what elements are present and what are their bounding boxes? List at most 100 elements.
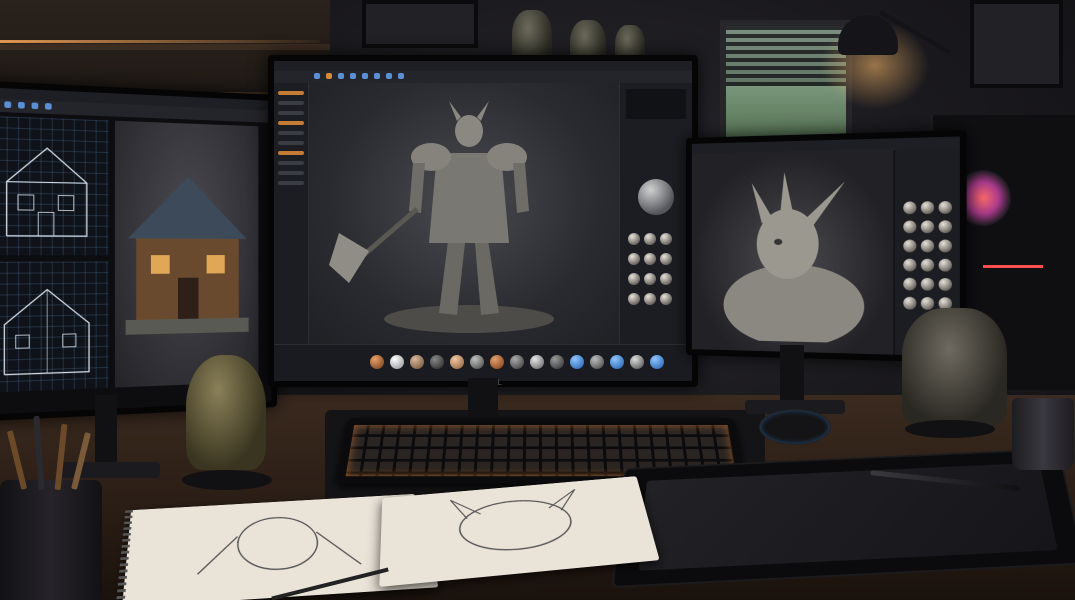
matcap-thumbnail[interactable]	[644, 293, 656, 305]
monitor-center	[268, 55, 698, 387]
matcap-thumbnail[interactable]	[903, 220, 917, 234]
material-swatch[interactable]	[530, 355, 544, 369]
tool-icon[interactable]	[338, 73, 344, 79]
warrior-sculpt-icon	[329, 101, 554, 333]
outliner-item[interactable]	[278, 181, 304, 185]
material-swatch[interactable]	[570, 355, 584, 369]
tablet-active-area[interactable]	[638, 462, 1058, 571]
material-swatch[interactable]	[470, 355, 484, 369]
matcap-thumbnail[interactable]	[903, 239, 917, 253]
material-swatch[interactable]	[370, 355, 384, 369]
sculpt-viewport[interactable]	[309, 83, 620, 345]
render-viewport[interactable]	[114, 120, 259, 388]
material-swatch[interactable]	[650, 355, 664, 369]
material-swatch[interactable]	[390, 355, 404, 369]
tool-icon[interactable]	[362, 73, 368, 79]
matcap-thumbnail[interactable]	[920, 296, 935, 310]
gargoyle-figurine-icon	[902, 308, 1007, 426]
drawing-tablet-icon[interactable]	[611, 448, 1075, 588]
matcap-thumbnail[interactable]	[920, 201, 935, 215]
material-swatch[interactable]	[490, 355, 504, 369]
material-swatch[interactable]	[630, 355, 644, 369]
matcap-thumbnail[interactable]	[938, 277, 953, 291]
tool-icon[interactable]	[314, 73, 320, 79]
material-swatch[interactable]	[450, 355, 464, 369]
tool-icon[interactable]	[326, 73, 332, 79]
tool-icon[interactable]	[17, 101, 25, 109]
matcap-thumbnail[interactable]	[660, 293, 672, 305]
tool-icon[interactable]	[374, 73, 380, 79]
material-swatch[interactable]	[430, 355, 444, 369]
tool-icon[interactable]	[398, 73, 404, 79]
tool-icon[interactable]	[44, 103, 52, 110]
monitor-stand	[468, 378, 498, 416]
outliner-item[interactable]	[278, 101, 304, 105]
figurine-base	[905, 420, 995, 438]
preview-swatch	[626, 89, 686, 119]
dragon-bust-icon	[723, 171, 865, 349]
mouse-icon[interactable]	[760, 410, 830, 444]
goblin-figurine-icon	[186, 355, 266, 470]
matcap-thumbnail[interactable]	[920, 277, 935, 291]
outliner-item[interactable]	[278, 91, 304, 95]
figurine-base	[182, 470, 272, 490]
house-wireframe-icon	[0, 116, 108, 256]
outliner-item[interactable]	[278, 121, 304, 125]
monitor-stand	[95, 395, 117, 465]
matcap-thumbnail[interactable]	[903, 277, 917, 291]
wall-picture-frame	[970, 0, 1063, 88]
tool-icon[interactable]	[31, 102, 39, 110]
rgb-strip	[983, 265, 1043, 268]
sculpt-viewport[interactable]	[691, 148, 894, 355]
matcap-thumbnail[interactable]	[644, 233, 656, 245]
workspace-scene: DELL	[0, 0, 1075, 600]
outliner-item[interactable]	[278, 111, 304, 115]
matcap-thumbnail[interactable]	[644, 273, 656, 285]
matcap-thumbnail[interactable]	[903, 201, 917, 215]
matcap-thumbnail[interactable]	[938, 258, 953, 272]
house-render-icon	[125, 175, 249, 335]
house-wireframe-icon	[0, 262, 108, 393]
wireframe-viewport-bottom[interactable]	[0, 261, 109, 393]
tool-icon[interactable]	[350, 73, 356, 79]
outliner-item[interactable]	[278, 151, 304, 155]
shelf-led-strip	[0, 40, 320, 43]
wall-picture-frame	[362, 0, 478, 48]
matcap-thumbnail[interactable]	[903, 258, 917, 272]
app-toolbar	[274, 71, 692, 83]
material-swatch[interactable]	[410, 355, 424, 369]
mug-icon	[1012, 398, 1074, 470]
matcap-thumbnail[interactable]	[628, 273, 640, 285]
tool-icon[interactable]	[386, 73, 392, 79]
outliner-item[interactable]	[278, 161, 304, 165]
matcap-thumbnail[interactable]	[903, 296, 917, 310]
matcap-thumbnail[interactable]	[660, 253, 672, 265]
matcap-thumbnail[interactable]	[660, 233, 672, 245]
outliner-item[interactable]	[278, 171, 304, 175]
matcap-thumbnail[interactable]	[628, 253, 640, 265]
wireframe-viewport-top[interactable]	[0, 115, 109, 256]
material-swatch[interactable]	[590, 355, 604, 369]
properties-panel	[619, 83, 692, 345]
matcap-thumbnail[interactable]	[920, 239, 935, 253]
material-swatch[interactable]	[550, 355, 564, 369]
material-swatch[interactable]	[510, 355, 524, 369]
pencil-cup-icon	[0, 415, 102, 600]
outliner-item[interactable]	[278, 131, 304, 135]
scene-outliner-panel	[274, 83, 309, 345]
matcap-thumbnail[interactable]	[628, 233, 640, 245]
matcap-preview-sphere[interactable]	[638, 179, 674, 215]
matcap-thumbnail[interactable]	[920, 258, 935, 272]
material-swatch[interactable]	[610, 355, 624, 369]
tool-icon[interactable]	[4, 101, 12, 109]
shelf-board	[0, 44, 330, 50]
matcap-thumbnail[interactable]	[920, 220, 935, 234]
matcap-thumbnail[interactable]	[938, 200, 953, 214]
matcap-thumbnail[interactable]	[938, 239, 953, 253]
matcap-thumbnail[interactable]	[660, 273, 672, 285]
monitor-stand	[780, 345, 804, 405]
matcap-thumbnail[interactable]	[938, 220, 953, 234]
matcap-thumbnail[interactable]	[644, 253, 656, 265]
outliner-item[interactable]	[278, 141, 304, 145]
matcap-thumbnail[interactable]	[628, 293, 640, 305]
